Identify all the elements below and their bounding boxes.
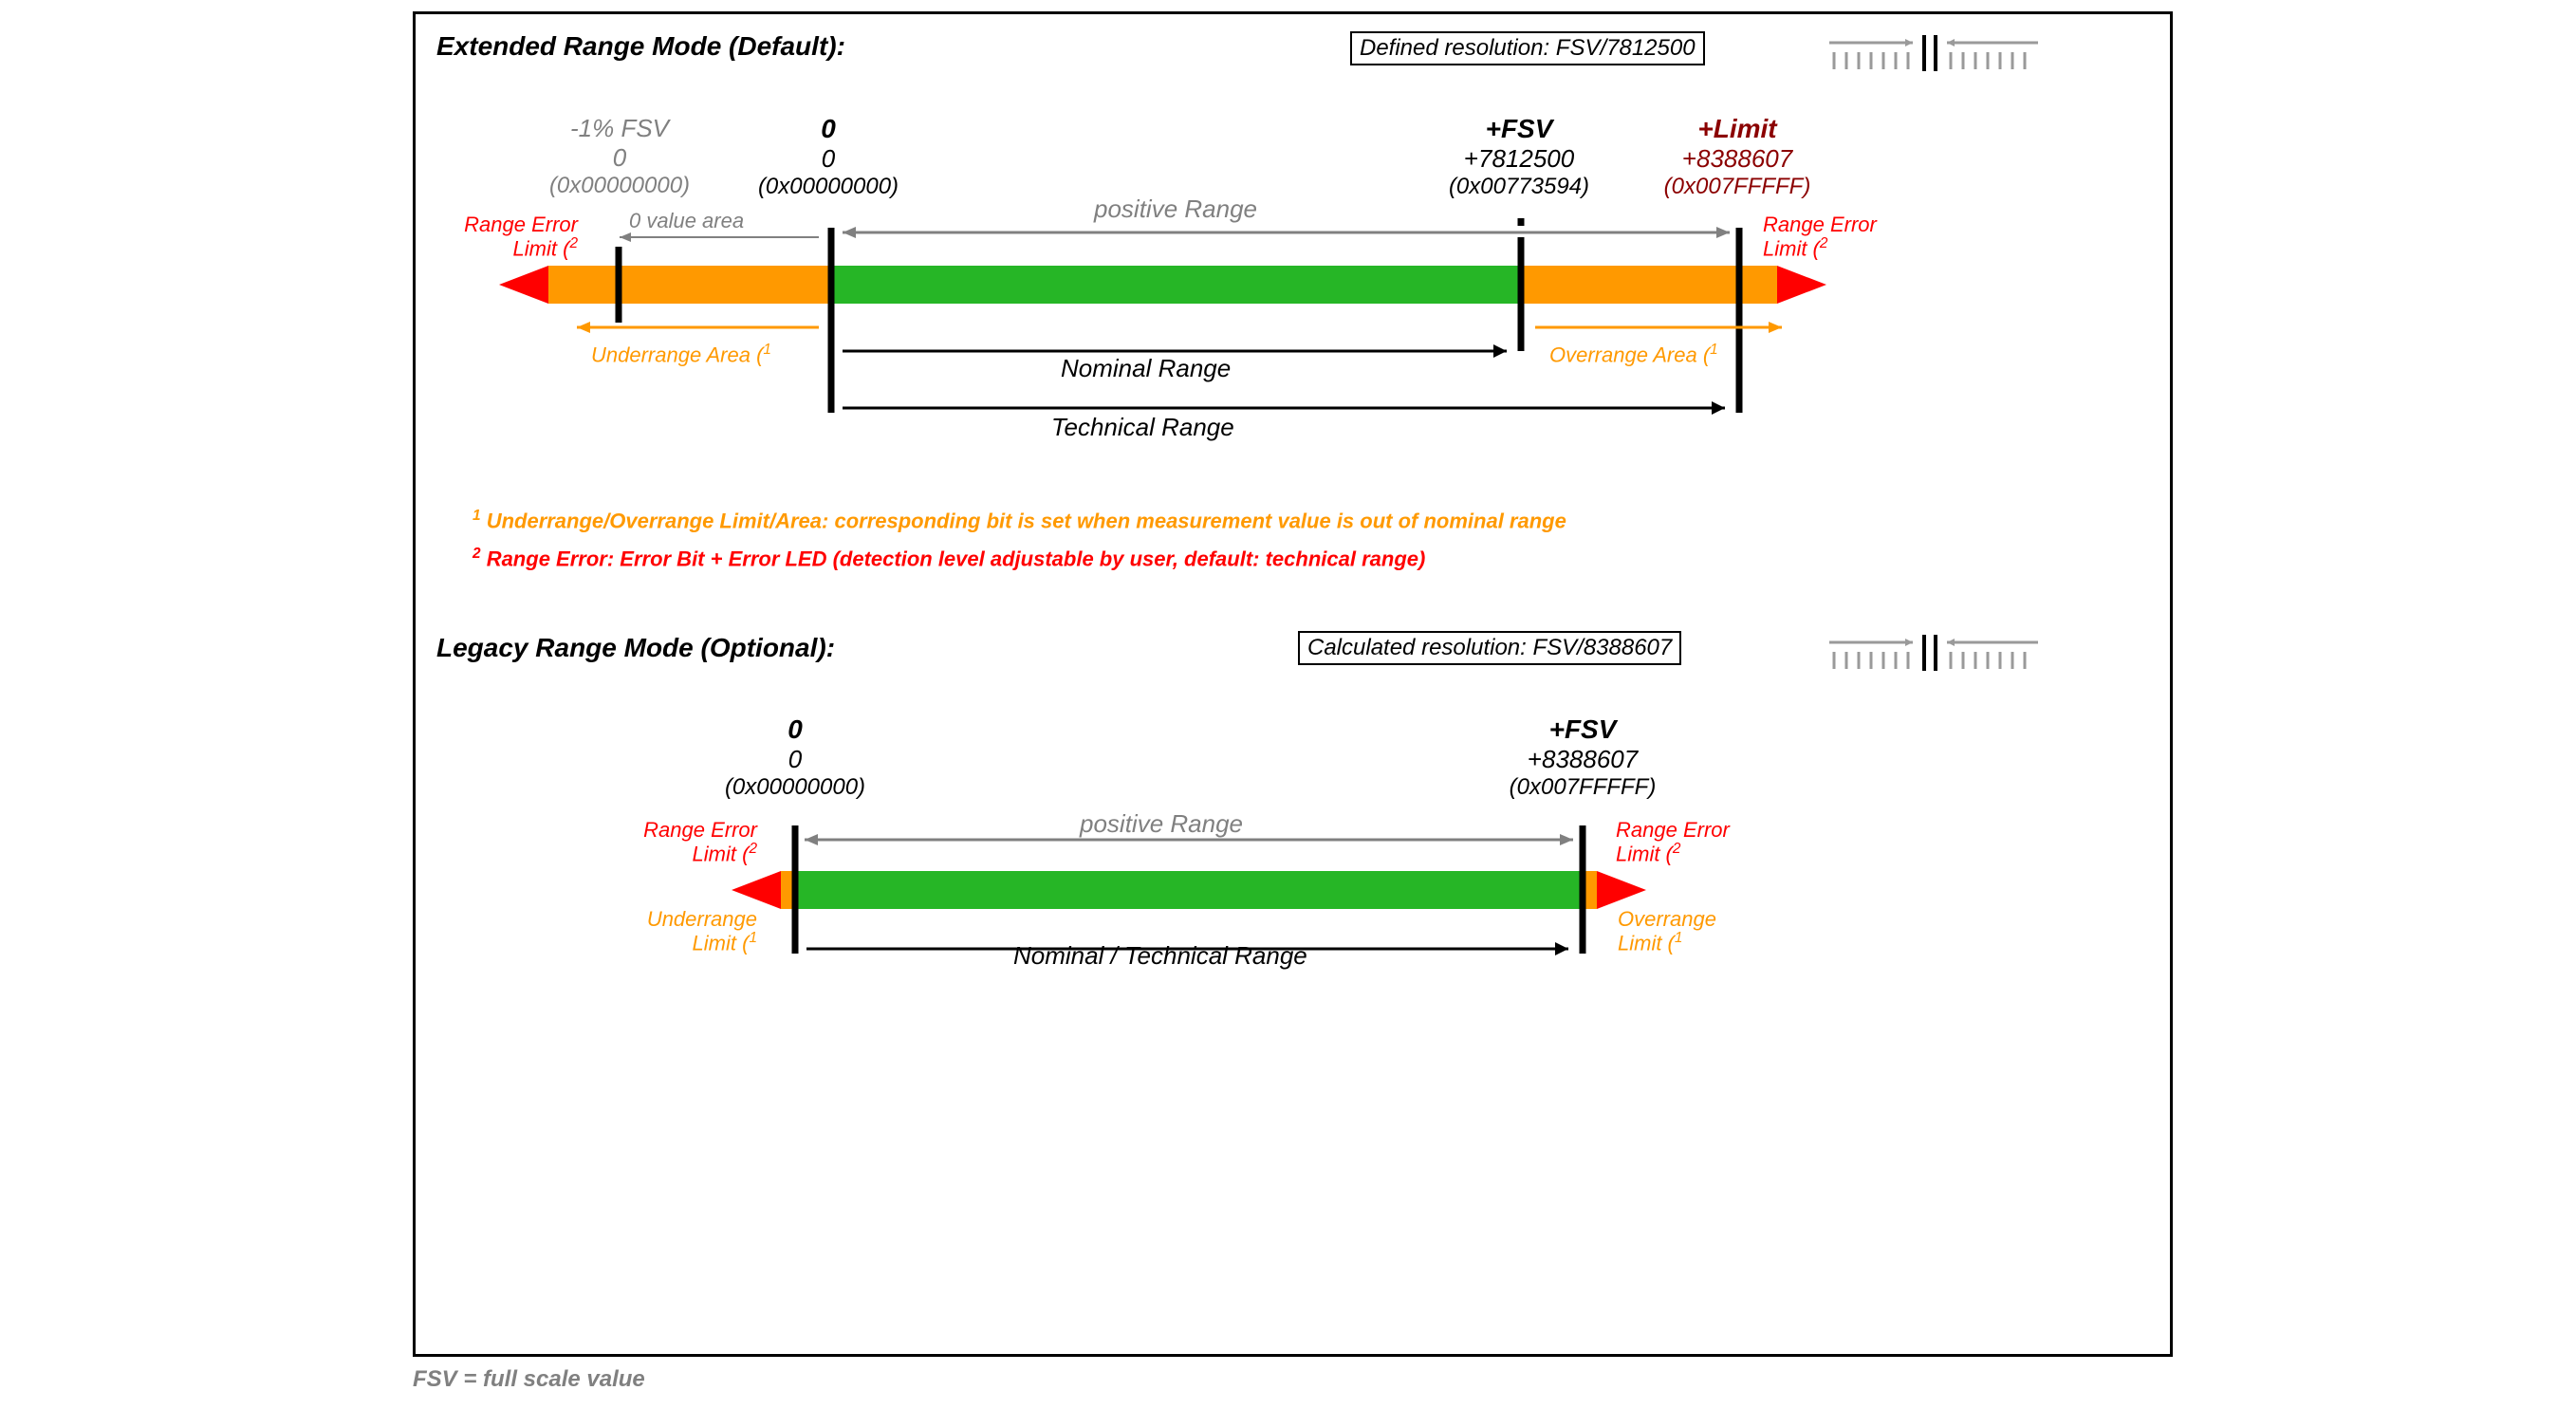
text: Range Error: Error Bit + Error LED (dete…: [487, 547, 1426, 570]
diagram-frame: Extended Range Mode (Default): Defined r…: [413, 11, 2173, 1357]
mark-value: 0: [686, 745, 904, 774]
nominal-range-label: Nominal Range: [1061, 354, 1231, 383]
mark-neg1fsv: -1% FSV 0 (0x00000000): [525, 114, 714, 199]
text: Underrange/Overrange Limit/Area: corresp…: [487, 509, 1566, 532]
mark-hex: (0x00000000): [525, 173, 714, 199]
mark-hex: (0x00000000): [719, 174, 937, 200]
mark-label: +FSV: [1410, 114, 1628, 144]
sup-1: 1: [1710, 342, 1718, 358]
text: Underrange Area (: [591, 343, 763, 366]
mark-label: +FSV: [1473, 714, 1692, 745]
footnote-1: 1 Underrange/Overrange Limit/Area: corre…: [473, 508, 1566, 533]
mark-hex: (0x007FFFFF): [1628, 174, 1846, 200]
resolution-glyph-legacy: [1829, 633, 2048, 673]
mark-value: +8388607: [1628, 144, 1846, 174]
legacy-mark-fsv: +FSV +8388607 (0x007FFFFF): [1473, 714, 1692, 801]
mark-value: +8388607: [1473, 745, 1692, 774]
mark-value: 0: [719, 144, 937, 174]
mark-hex: (0x00000000): [686, 774, 904, 801]
mark-label: +Limit: [1628, 114, 1846, 144]
mark-zero: 0 0 (0x00000000): [719, 114, 937, 200]
mark-hex: (0x00773594): [1410, 174, 1628, 200]
sup-1: 1: [763, 342, 771, 358]
mark-hex: (0x007FFFFF): [1473, 774, 1692, 801]
mark-fsv: +FSV +7812500 (0x00773594): [1410, 114, 1628, 200]
text: Overrange Area (: [1549, 343, 1710, 366]
extended-resolution-box: Defined resolution: FSV/7812500: [1350, 31, 1705, 65]
extended-mode-title: Extended Range Mode (Default):: [436, 31, 845, 62]
legacy-mark-zero: 0 0 (0x00000000): [686, 714, 904, 801]
legacy-mode-title: Legacy Range Mode (Optional):: [436, 633, 835, 663]
footnote-2: 2 Range Error: Error Bit + Error LED (de…: [473, 546, 1425, 571]
mark-label: 0: [686, 714, 904, 745]
legacy-resolution-box: Calculated resolution: FSV/8388607: [1298, 631, 1681, 665]
technical-range-label: Technical Range: [1051, 413, 1234, 442]
resolution-glyph-extended: [1829, 33, 2048, 73]
legacy-range-bar: [700, 825, 1677, 987]
sup: 1: [473, 508, 481, 524]
overrange-area-label: Overrange Area (1: [1549, 342, 1718, 367]
mark-value: 0: [525, 143, 714, 173]
sup: 2: [473, 546, 481, 562]
mark-limit: +Limit +8388607 (0x007FFFFF): [1628, 114, 1846, 200]
mark-value: +7812500: [1410, 144, 1628, 174]
mark-label: -1% FSV: [525, 114, 714, 143]
extended-range-bar: [454, 218, 1896, 427]
underrange-area-label: Underrange Area (1: [591, 342, 771, 367]
footer-caption: FSV = full scale value: [413, 1366, 645, 1393]
mark-label: 0: [719, 114, 937, 144]
